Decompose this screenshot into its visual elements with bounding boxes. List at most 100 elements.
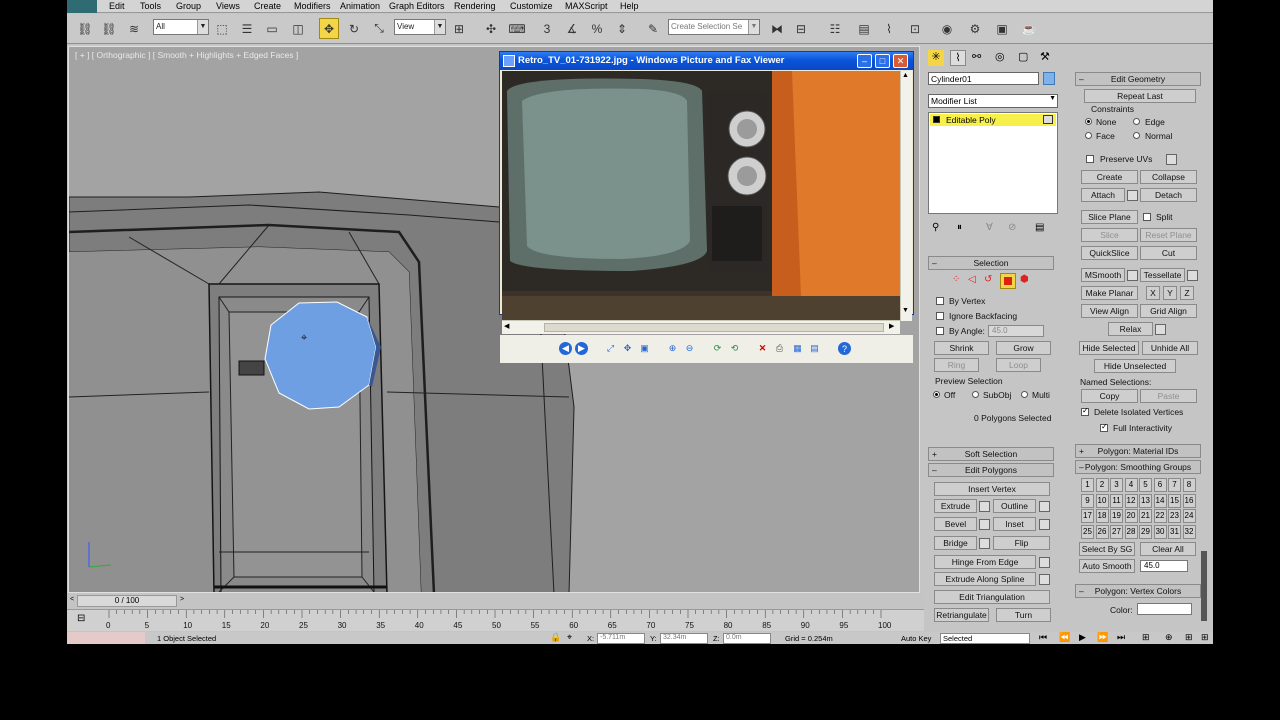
relax-settings-icon[interactable] <box>1155 324 1166 335</box>
smoothing-group-5-button[interactable]: 5 <box>1139 478 1152 492</box>
retriangulate-button[interactable]: Retriangulate <box>934 608 989 622</box>
selection-rollout-header[interactable]: – Selection <box>928 256 1054 270</box>
play-icon[interactable]: ▶ <box>1079 632 1086 643</box>
collapse-button[interactable]: Collapse <box>1140 170 1197 184</box>
preview-off-radio[interactable] <box>933 391 940 398</box>
rotate-counterclockwise-icon[interactable]: ⟲ <box>728 342 741 355</box>
inset-settings-icon[interactable] <box>1039 519 1050 530</box>
menu-edit[interactable]: Edit <box>109 1 125 11</box>
vertex-color-swatch[interactable] <box>1137 603 1192 615</box>
edit-polygons-rollout-header[interactable]: – Edit Polygons <box>928 463 1054 477</box>
menu-modifiers[interactable]: Modifiers <box>294 1 331 11</box>
edit-geometry-rollout-header[interactable]: – Edit Geometry <box>1075 72 1201 86</box>
preserve-uvs-settings-icon[interactable] <box>1166 154 1177 165</box>
snaps-toggle-icon[interactable]: 3 <box>537 18 557 39</box>
menu-tools[interactable]: Tools <box>140 1 161 11</box>
tessellate-settings-icon[interactable] <box>1187 270 1198 281</box>
picture-viewer-titlebar[interactable]: Retro_TV_01-731922.jpg - Windows Picture… <box>500 52 913 70</box>
scroll-right-icon[interactable]: ▶ <box>889 322 894 330</box>
smoothing-group-30-button[interactable]: 30 <box>1153 524 1167 539</box>
smoothing-group-22-button[interactable]: 22 <box>1153 509 1167 523</box>
ring-button[interactable]: Ring <box>934 358 979 372</box>
extrude-button[interactable]: Extrude <box>934 499 977 513</box>
tessellate-button[interactable]: Tessellate <box>1140 268 1185 282</box>
maximize-button[interactable]: □ <box>875 54 890 68</box>
zoom-in-icon[interactable]: ⊕ <box>666 342 679 355</box>
keyboard-shortcut-override-icon[interactable]: ⌨ <box>507 18 527 39</box>
bind-space-warp-icon[interactable]: ≋ <box>124 18 144 39</box>
unlink-icon[interactable]: ⛓ <box>99 18 119 39</box>
selection-filter-dropdown[interactable]: All ▼ <box>153 19 209 35</box>
show-end-result-icon[interactable]: ⏸ <box>957 222 962 233</box>
outline-settings-icon[interactable] <box>1039 501 1050 512</box>
next-frame-icon[interactable]: ⏩ <box>1097 632 1108 643</box>
stack-item-editable-poly[interactable]: Editable Poly <box>930 114 1056 126</box>
orbit-icon[interactable]: ⊞ <box>1185 632 1193 643</box>
hinge-from-edge-button[interactable]: Hinge From Edge <box>934 555 1036 569</box>
select-and-scale-icon[interactable]: ⤡ <box>369 18 389 39</box>
smoothing-group-3-button[interactable]: 3 <box>1110 478 1123 492</box>
window-crossing-icon[interactable]: ◫ <box>288 18 308 39</box>
grid-align-button[interactable]: Grid Align <box>1140 304 1197 318</box>
constraint-none-radio[interactable] <box>1085 118 1092 125</box>
auto-smooth-button[interactable]: Auto Smooth <box>1079 559 1135 573</box>
unhide-all-button[interactable]: Unhide All <box>1142 341 1198 355</box>
slideshow-icon[interactable]: ▣ <box>638 342 651 355</box>
stack-item-toggle[interactable] <box>1043 115 1053 124</box>
smoothing-group-14-button[interactable]: 14 <box>1153 493 1167 508</box>
object-color-swatch[interactable] <box>1043 72 1055 85</box>
smoothing-group-9-button[interactable]: 9 <box>1081 493 1094 508</box>
make-planar-z-button[interactable]: Z <box>1180 286 1194 300</box>
soft-selection-rollout-header[interactable]: + Soft Selection <box>928 447 1054 461</box>
smoothing-group-17-button[interactable]: 17 <box>1081 509 1094 523</box>
repeat-last-button[interactable]: Repeat Last <box>1084 89 1196 103</box>
percent-snap-icon[interactable]: % <box>587 18 607 39</box>
graphite-ribbon-icon[interactable]: ▤ <box>854 18 874 39</box>
time-slider-thumb[interactable]: 0 / 100 <box>77 595 177 607</box>
by-vertex-checkbox[interactable] <box>936 297 944 305</box>
smoothing-group-27-button[interactable]: 27 <box>1110 524 1123 539</box>
command-panel-scrollbar[interactable] <box>1201 551 1207 621</box>
align-icon[interactable]: ⊟ <box>791 18 811 39</box>
inset-button[interactable]: Inset <box>993 517 1036 531</box>
reference-coordinate-dropdown[interactable]: View ▼ <box>394 19 446 35</box>
ignore-backfacing-checkbox[interactable] <box>936 312 944 320</box>
copy-button[interactable]: Copy <box>1081 389 1138 403</box>
smoothing-group-12-button[interactable]: 12 <box>1124 493 1138 508</box>
clear-all-button[interactable]: Clear All <box>1140 542 1196 556</box>
delete-isolated-vertices-checkbox[interactable] <box>1081 406 1089 416</box>
vertex-subobject-icon[interactable]: ⁘ <box>952 274 960 285</box>
hierarchy-tab-icon[interactable]: ⚯ <box>972 50 981 63</box>
paste-button[interactable]: Paste <box>1140 389 1197 403</box>
split-checkbox[interactable] <box>1143 213 1151 221</box>
smoothing-group-23-button[interactable]: 23 <box>1168 509 1181 523</box>
motion-tab-icon[interactable]: ◎ <box>995 50 1005 63</box>
rectangular-selection-icon[interactable]: ▭ <box>262 18 282 39</box>
best-fit-icon[interactable]: ⤢ <box>604 342 617 355</box>
print-icon[interactable]: ⎙ <box>773 342 786 355</box>
attach-list-icon[interactable] <box>1127 190 1138 201</box>
scroll-up-icon[interactable]: ▲ <box>902 72 909 79</box>
smoothing-group-20-button[interactable]: 20 <box>1124 509 1138 523</box>
maximize-viewport-icon[interactable]: ⊞ <box>1201 632 1209 643</box>
pin-stack-icon[interactable]: ⚲ <box>932 222 939 233</box>
go-to-start-icon[interactable]: ⏮ <box>1039 632 1047 643</box>
save-icon[interactable]: ▦ <box>791 342 804 355</box>
smoothing-group-16-button[interactable]: 16 <box>1182 493 1196 508</box>
scroll-thumb[interactable] <box>544 323 884 332</box>
hide-unselected-button[interactable]: Hide Unselected <box>1094 359 1176 373</box>
shrink-button[interactable]: Shrink <box>934 341 989 355</box>
zoom-extents-icon[interactable]: ⊕ <box>1165 632 1173 643</box>
modifier-stack-list[interactable]: Editable Poly <box>928 112 1058 214</box>
material-ids-rollout-header[interactable]: + Polygon: Material IDs <box>1075 444 1201 458</box>
menu-create[interactable]: Create <box>254 1 281 11</box>
maxscript-listener-mini[interactable] <box>67 632 145 644</box>
render-setup-icon[interactable]: ⚙ <box>965 18 985 39</box>
smoothing-group-1-button[interactable]: 1 <box>1081 478 1094 492</box>
preview-multi-radio[interactable] <box>1021 391 1028 398</box>
remove-modifier-icon[interactable]: ⊘ <box>1008 222 1016 233</box>
mirror-icon[interactable]: ⧓ <box>767 18 787 39</box>
time-prev-icon[interactable]: < <box>70 596 74 603</box>
time-slider[interactable]: < 0 / 100 > <box>67 594 924 608</box>
previous-image-icon[interactable]: ◀ <box>559 342 572 355</box>
